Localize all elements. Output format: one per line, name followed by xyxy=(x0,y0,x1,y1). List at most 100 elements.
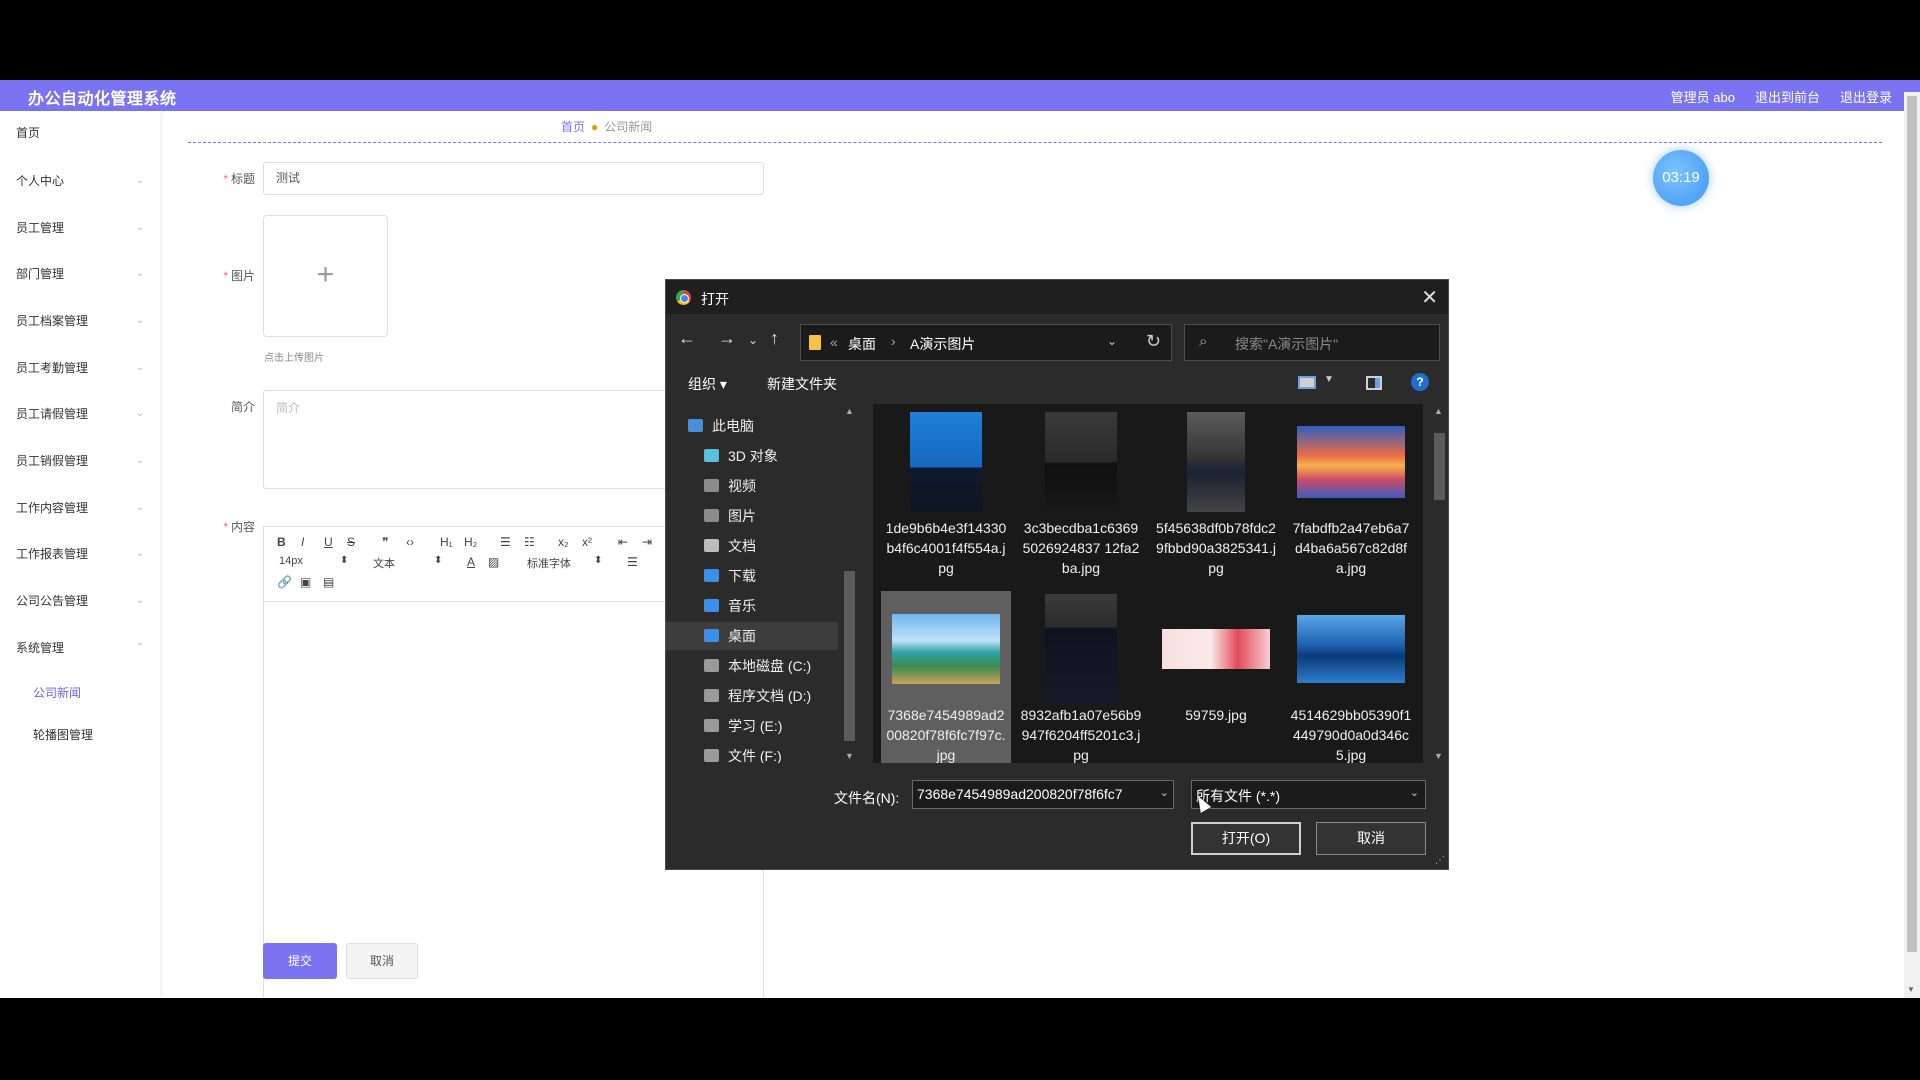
italic-icon[interactable]: I xyxy=(301,535,304,549)
bullet-list-icon[interactable]: ☷ xyxy=(524,535,535,549)
sidebar-item-department[interactable]: 部门管理 ⌄ xyxy=(16,264,144,284)
nav-item[interactable]: 视频 xyxy=(666,472,838,500)
preview-pane-icon[interactable] xyxy=(1366,376,1382,390)
sidebar-item-leave[interactable]: 员工请假管理 ⌄ xyxy=(16,404,144,424)
exit-to-frontend-link[interactable]: 退出到前台 xyxy=(1755,87,1820,106)
quote-icon[interactable]: ❞ xyxy=(382,535,388,549)
recent-locations-chevron-icon[interactable]: ⌄ xyxy=(748,333,758,347)
bold-icon[interactable]: B xyxy=(277,535,286,549)
forward-arrow-icon[interactable]: → xyxy=(718,328,736,349)
align-icon[interactable]: ☰ xyxy=(627,555,638,569)
file-list-scrollbar-thumb[interactable] xyxy=(1434,433,1445,500)
cancel-button[interactable]: 取消 xyxy=(346,943,418,979)
subscript-icon[interactable]: x₂ xyxy=(558,535,569,549)
nav-item[interactable]: 音乐 xyxy=(666,592,838,620)
page-scrollbar-thumb[interactable] xyxy=(1907,96,1917,952)
nav-item[interactable]: 本地磁盘 (C:) xyxy=(666,652,838,680)
path-segment-desktop[interactable]: 桌面 xyxy=(848,334,876,354)
nav-item[interactable]: 文件 (F:) xyxy=(666,742,838,763)
heading2-icon[interactable]: H₂ xyxy=(464,535,477,549)
sidebar-item-work-report[interactable]: 工作报表管理 ⌄ xyxy=(16,544,144,564)
file-item[interactable]: 3c3becdba1c63695026924837 12fa2ba.jpg xyxy=(1016,404,1146,586)
sidebar-subitem-carousel[interactable]: 轮播图管理 xyxy=(33,726,93,743)
filename-history-dropdown-icon[interactable]: ⌄ xyxy=(1160,786,1169,799)
file-item[interactable]: 7fabdfb2a47eb6a7d4ba6a567c82d8fa.jpg xyxy=(1286,404,1416,586)
help-icon[interactable]: ? xyxy=(1411,373,1429,391)
navigation-pane-scrollbar[interactable]: ▲ ▼ xyxy=(840,404,859,763)
file-item[interactable]: 7368e7454989ad200820f78f6fc7f97c.jpg xyxy=(881,591,1011,763)
indent-icon[interactable]: ⇥ xyxy=(642,535,652,549)
address-bar[interactable]: « 桌面 › A演示图片 ⌄ ↻ xyxy=(800,324,1172,361)
scroll-up-icon[interactable]: ▲ xyxy=(1434,406,1443,416)
sidebar-item-leave-cancel[interactable]: 员工销假管理 ⌄ xyxy=(16,451,144,471)
back-arrow-icon[interactable]: ← xyxy=(678,328,696,349)
font-family-select[interactable]: 标准字体 xyxy=(527,555,571,571)
sidebar-item-home[interactable]: 首页 xyxy=(16,123,144,143)
path-segment-folder[interactable]: A演示图片 xyxy=(910,334,975,354)
scroll-up-icon[interactable]: ▲ xyxy=(845,406,854,416)
organize-menu[interactable]: 组织 ▾ xyxy=(688,374,727,394)
ordered-list-icon[interactable]: ☰ xyxy=(500,535,511,549)
nav-item[interactable]: 学习 (E:) xyxy=(666,712,838,740)
font-color-icon[interactable]: A xyxy=(467,555,475,569)
filename-input[interactable]: 7368e7454989ad200820f78f6fc7 ⌄ xyxy=(912,780,1174,809)
nav-item[interactable]: 图片 xyxy=(666,502,838,530)
navigation-pane-scrollbar-thumb[interactable] xyxy=(844,571,855,741)
view-mode-dropdown-icon[interactable]: ▼ xyxy=(1324,374,1334,385)
nav-item[interactable]: 3D 对象 xyxy=(666,442,838,470)
path-chevron-icon[interactable]: › xyxy=(891,333,896,349)
sidebar-item-employee[interactable]: 员工管理 ⌄ xyxy=(16,218,144,238)
breadcrumb-home[interactable]: 首页 xyxy=(561,120,585,134)
submit-button[interactable]: 提交 xyxy=(263,943,337,979)
refresh-icon[interactable]: ↻ xyxy=(1146,331,1161,352)
sidebar-item-system[interactable]: 系统管理 ⌃ xyxy=(16,638,144,658)
sidebar-item-personal-center[interactable]: 个人中心 ⌄ xyxy=(16,171,144,191)
superscript-icon[interactable]: x² xyxy=(582,535,592,549)
sidebar-item-work-content[interactable]: 工作内容管理 ⌄ xyxy=(16,498,144,518)
image-icon[interactable]: ▣ xyxy=(300,575,311,589)
nav-item[interactable]: 下载 xyxy=(666,562,838,590)
file-item[interactable]: 59759.jpg xyxy=(1151,591,1281,763)
sidebar-item-attendance[interactable]: 员工考勤管理 ⌄ xyxy=(16,358,144,378)
new-folder-button[interactable]: 新建文件夹 xyxy=(767,374,837,394)
image-uploader[interactable]: + xyxy=(263,215,388,337)
scroll-down-icon[interactable]: ▼ xyxy=(845,751,854,761)
open-button[interactable]: 打开(O) xyxy=(1191,822,1301,855)
admin-user-link[interactable]: 管理员 abo xyxy=(1671,87,1735,106)
strikethrough-icon[interactable]: S xyxy=(347,535,355,549)
video-icon[interactable]: ▤ xyxy=(323,575,334,589)
sidebar-item-employee-archive[interactable]: 员工档案管理 ⌄ xyxy=(16,311,144,331)
nav-item[interactable]: 桌面 xyxy=(666,622,838,650)
file-item[interactable]: 1de9b6b4e3f14330b4f6c4001f4f554a.jpg xyxy=(881,404,1011,586)
background-color-icon[interactable]: ▨ xyxy=(488,555,499,569)
scroll-down-icon[interactable]: ▼ xyxy=(1434,751,1443,761)
file-list-scrollbar[interactable]: ▲ ▼ xyxy=(1430,404,1448,763)
nav-item[interactable]: 文档 xyxy=(666,532,838,560)
scroll-down-icon[interactable]: ▼ xyxy=(1907,985,1915,994)
file-item[interactable]: 5f45638df0b78fdc29fbbd90a3825341.jpg xyxy=(1151,404,1281,586)
outdent-icon[interactable]: ⇤ xyxy=(618,535,628,549)
heading1-icon[interactable]: H₁ xyxy=(440,535,453,549)
logout-link[interactable]: 退出登录 xyxy=(1840,87,1892,106)
page-scrollbar[interactable]: ▼ xyxy=(1904,92,1920,998)
view-mode-icon[interactable] xyxy=(1298,376,1316,389)
nav-item[interactable]: 此电脑 xyxy=(666,412,838,440)
file-item[interactable]: 4514629bb05390f1449790d0a0d346c5.jpg xyxy=(1286,591,1416,763)
font-size-select[interactable]: 14px xyxy=(279,555,303,567)
close-icon[interactable]: ✕ xyxy=(1421,285,1438,310)
sidebar-subitem-company-news[interactable]: 公司新闻 xyxy=(33,684,81,701)
file-type-filter[interactable]: 所有文件 (*.*) ⌄ xyxy=(1191,780,1426,809)
title-input[interactable]: 测试 xyxy=(263,162,764,195)
link-icon[interactable]: 🔗 xyxy=(277,575,292,589)
paragraph-select[interactable]: 文本 xyxy=(373,555,395,571)
underline-icon[interactable]: U xyxy=(324,535,333,549)
resize-grip-icon[interactable]: ⋰ xyxy=(1435,855,1445,866)
sidebar-item-announcement[interactable]: 公司公告管理 ⌄ xyxy=(16,591,144,611)
file-item[interactable]: 8932afb1a07e56b9947f6204ff5201c3.jpg xyxy=(1016,591,1146,763)
up-arrow-icon[interactable]: ↑ xyxy=(770,328,779,349)
code-icon[interactable]: ‹› xyxy=(406,535,414,549)
dialog-cancel-button[interactable]: 取消 xyxy=(1316,822,1426,855)
search-box[interactable]: ⌕ 搜索"A演示图片" xyxy=(1184,324,1440,361)
nav-item[interactable]: 程序文档 (D:) xyxy=(666,682,838,710)
path-overflow-icon[interactable]: « xyxy=(830,334,838,350)
